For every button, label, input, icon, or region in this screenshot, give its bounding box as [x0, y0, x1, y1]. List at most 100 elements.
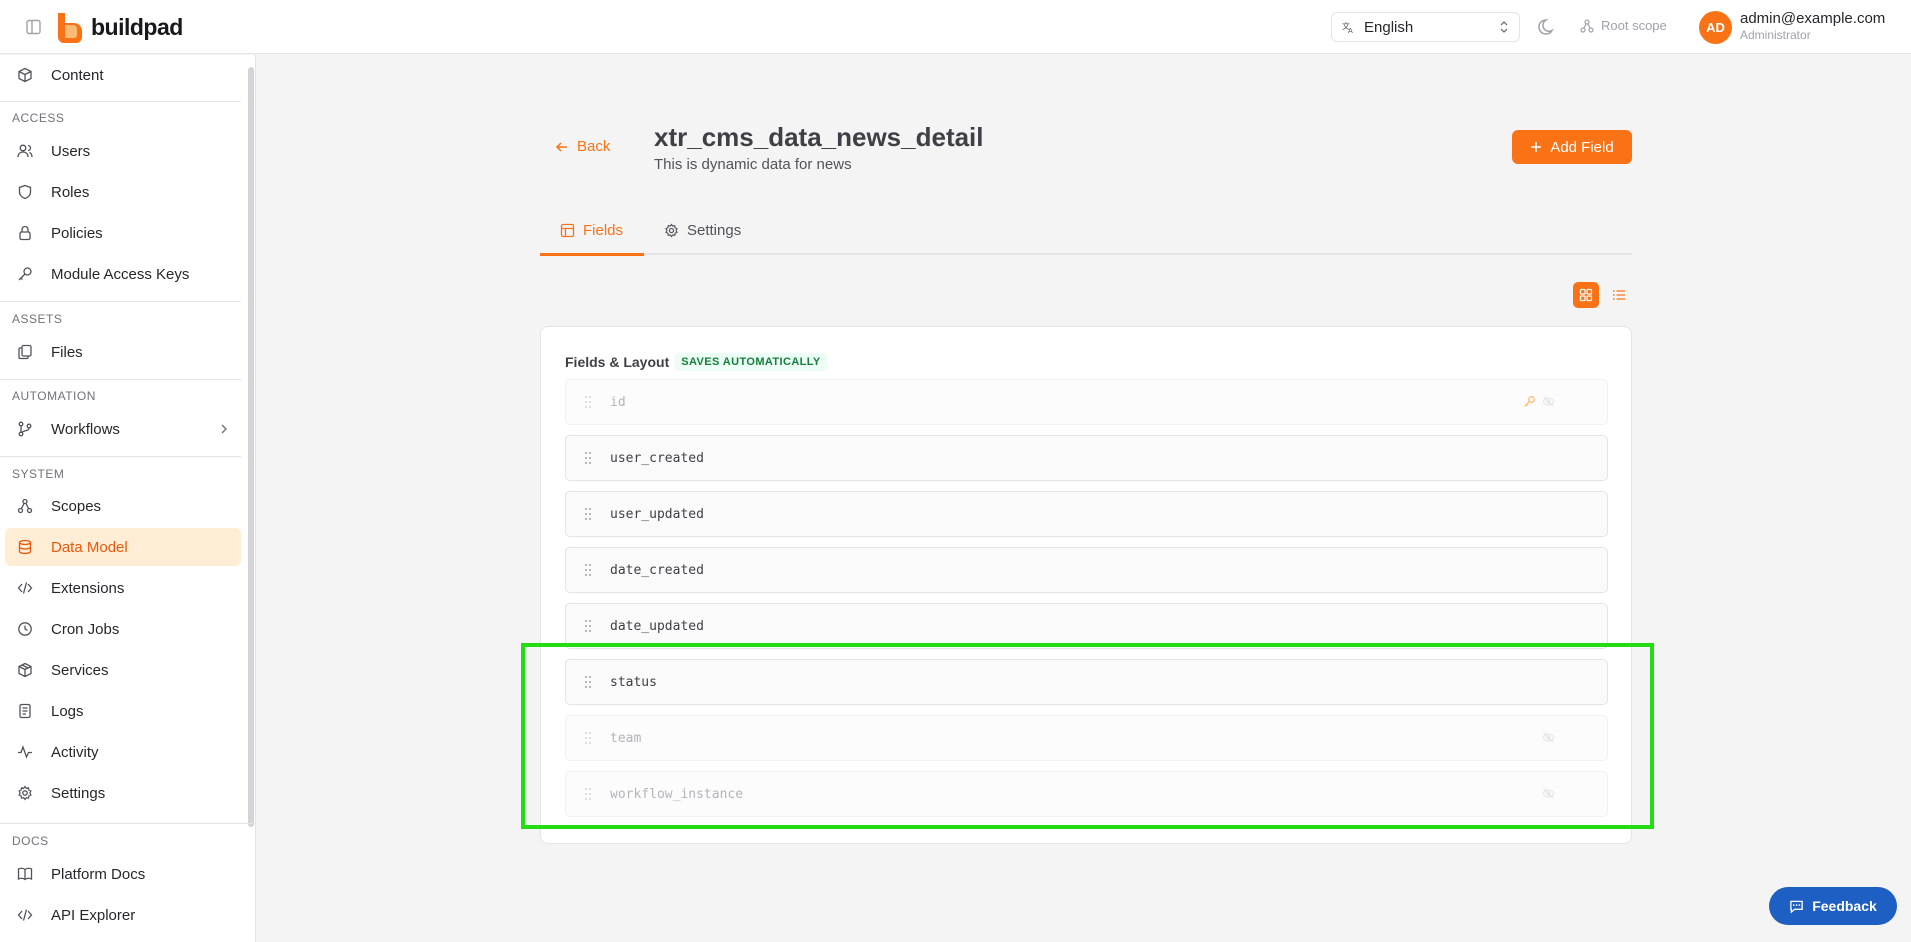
field-row-date-created[interactable]: date_created — [565, 547, 1608, 593]
chevron-updown-icon — [1500, 21, 1508, 33]
sidebar-item-scopes[interactable]: Scopes — [5, 487, 241, 525]
grid-view-button[interactable] — [1573, 282, 1599, 308]
scope-label: Root scope — [1601, 18, 1667, 33]
language-select[interactable]: 文A English — [1331, 12, 1520, 42]
sidebar-item-label: Policies — [51, 224, 103, 242]
sidebar-item-settings[interactable]: Settings — [5, 774, 241, 812]
feedback-label: Feedback — [1812, 898, 1877, 914]
field-row-id[interactable]: id — [565, 379, 1608, 425]
sidebar-divider — [0, 823, 256, 824]
brand-logo[interactable]: buildpad — [55, 11, 183, 43]
sidebar-item-users[interactable]: Users — [5, 132, 241, 170]
avatar[interactable]: AD — [1699, 11, 1732, 44]
grid-icon — [1579, 288, 1593, 302]
user-role: Administrator — [1740, 28, 1811, 42]
list-view-button[interactable] — [1606, 282, 1632, 308]
language-value: English — [1364, 18, 1414, 36]
sidebar-item-logs[interactable]: Logs — [5, 692, 241, 730]
sidebar-item-label: Settings — [51, 784, 106, 802]
field-name: user_created — [610, 450, 704, 466]
tab-label: Settings — [687, 222, 742, 239]
sidebar-item-workflows[interactable]: Workflows — [5, 410, 241, 448]
section-docs: DOCS — [12, 834, 49, 848]
lock-icon — [19, 225, 31, 241]
scope-icon — [17, 498, 33, 514]
section-automation: AUTOMATION — [12, 389, 96, 403]
scope-icon — [1580, 18, 1594, 33]
tab-settings[interactable]: Settings — [664, 222, 741, 239]
back-label: Back — [577, 138, 611, 155]
tab-fields[interactable]: Fields — [560, 222, 623, 239]
grip-icon[interactable] — [584, 451, 592, 465]
sidebar-item-api-explorer[interactable]: API Explorer — [5, 896, 241, 934]
key-icon — [1524, 395, 1536, 407]
sidebar-item-policies[interactable]: Policies — [5, 214, 241, 252]
add-field-button[interactable]: Add Field — [1512, 130, 1632, 164]
sidebar-item-data-model[interactable]: Data Model — [5, 528, 241, 566]
card-title-text: Fields & Layout — [565, 354, 670, 370]
sidebar-item-activity[interactable]: Activity — [5, 733, 241, 771]
plus-icon — [1531, 142, 1542, 152]
sidebar-item-label: Platform Docs — [51, 865, 146, 883]
chevron-right-icon — [221, 424, 227, 434]
sidebar-item-label: Module Access Keys — [51, 265, 190, 283]
scope-selector[interactable]: Root scope — [1580, 18, 1667, 33]
active-tab-indicator — [540, 253, 644, 256]
brand-name: buildpad — [91, 13, 183, 40]
sidebar-item-label: Services — [51, 661, 109, 679]
card-title: Fields & Layout SAVES AUTOMATICALLY — [565, 353, 827, 371]
buildpad-logo-icon — [58, 13, 82, 43]
field-row-user-created[interactable]: user_created — [565, 435, 1608, 481]
code-icon — [17, 909, 33, 921]
activity-icon — [18, 745, 32, 759]
cube-icon — [18, 67, 32, 83]
key-icon — [18, 267, 32, 281]
top-header: buildpad 文A English Root scope AD admin@… — [0, 0, 1911, 54]
user-email[interactable]: admin@example.com — [1740, 10, 1885, 27]
section-assets: ASSETS — [12, 312, 63, 326]
package-icon — [18, 662, 32, 678]
sidebar-item-roles[interactable]: Roles — [5, 173, 241, 211]
tabs-divider — [540, 253, 1632, 255]
sidebar-item-cron-jobs[interactable]: Cron Jobs — [5, 610, 241, 648]
language-icon: 文A — [1342, 21, 1353, 34]
grip-icon[interactable] — [584, 395, 592, 409]
sidebar-item-label: Files — [51, 343, 83, 361]
field-name: id — [610, 394, 626, 410]
sidebar-item-label: Scopes — [51, 497, 102, 515]
field-name: user_updated — [610, 506, 704, 522]
tab-label: Fields — [583, 222, 624, 239]
field-row-user-updated[interactable]: user_updated — [565, 491, 1608, 537]
sidebar-item-services[interactable]: Services — [5, 651, 241, 689]
users-icon — [17, 144, 33, 158]
shield-icon — [18, 184, 32, 200]
sidebar-item-label: Workflows — [51, 420, 120, 438]
sidebar-divider — [0, 456, 241, 457]
sidebar-item-extensions[interactable]: Extensions — [5, 569, 241, 607]
sidebar-item-module-access-keys[interactable]: Module Access Keys — [5, 255, 241, 293]
document-icon — [19, 703, 31, 719]
sidebar-item-files[interactable]: Files — [5, 333, 241, 371]
feedback-button[interactable]: Feedback — [1769, 887, 1897, 925]
eye-off-icon[interactable] — [1542, 395, 1555, 408]
sidebar: Content ACCESS Users Roles Policies Modu… — [0, 55, 256, 942]
add-field-label: Add Field — [1550, 138, 1614, 156]
grip-icon[interactable] — [584, 619, 592, 633]
sidebar-item-label: Extensions — [51, 579, 125, 597]
moon-icon[interactable] — [1537, 16, 1559, 38]
sidebar-item-platform-docs[interactable]: Platform Docs — [5, 855, 241, 893]
sidebar-item-label: Cron Jobs — [51, 620, 120, 638]
highlight-box — [521, 643, 1654, 829]
page-title: xtr_cms_data_news_detail — [654, 122, 984, 152]
sidebar-divider — [0, 301, 241, 302]
book-icon — [17, 867, 33, 881]
sidebar-item-content[interactable]: Content — [5, 56, 241, 94]
section-access: ACCESS — [12, 111, 65, 125]
grip-icon[interactable] — [584, 507, 592, 521]
sidebar-scrollbar[interactable] — [248, 67, 254, 827]
sidebar-toggle-icon[interactable] — [24, 17, 44, 37]
svg-text:A: A — [1348, 27, 1353, 34]
back-button[interactable]: Back — [555, 138, 610, 155]
grip-icon[interactable] — [584, 563, 592, 577]
files-icon — [18, 344, 32, 360]
